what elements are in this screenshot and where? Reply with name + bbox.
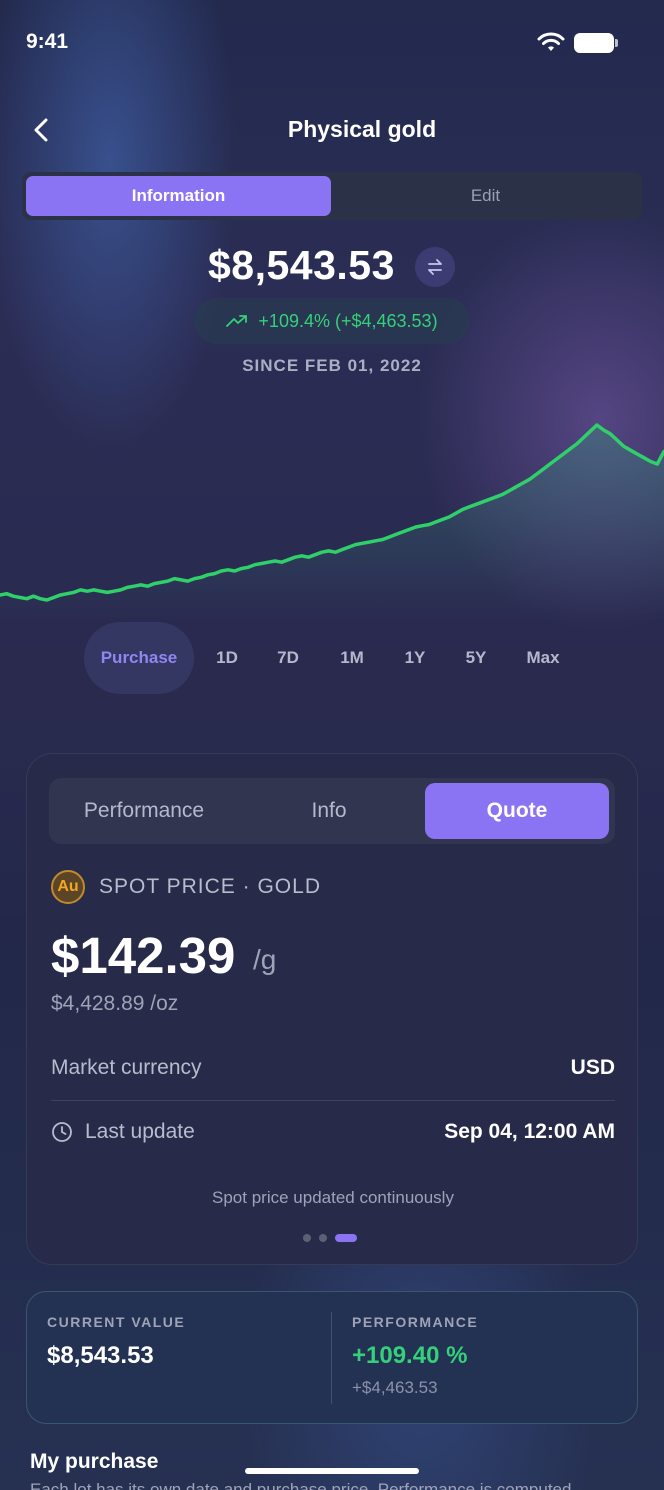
page-dot-active[interactable] [335,1234,357,1242]
tab-edit[interactable]: Edit [333,176,638,216]
last-update-row: Last update Sep 04, 12:00 AM [51,1120,615,1144]
performance-absolute: +$4,463.53 [352,1378,438,1397]
nav-bar: Physical gold [0,108,664,154]
update-note: Spot price updated continuously [212,1188,454,1207]
current-value-label: CURRENT VALUE [47,1314,186,1330]
info-edit-segmented-control: Information Edit [22,172,642,220]
tab-information[interactable]: Information [26,176,331,216]
page-dot[interactable] [303,1234,311,1242]
last-update-label: Last update [85,1120,195,1143]
price-summary: $8,543.53 [0,240,664,296]
range-1y[interactable]: 1Y [388,622,442,694]
quote-card: Performance Info Quote Au SPOT PRICE · G… [26,753,638,1265]
battery-icon [574,33,618,53]
home-indicator[interactable] [245,1468,419,1474]
card-tabs: Performance Info Quote [49,778,615,844]
range-1m[interactable]: 1M [316,622,388,694]
swap-arrows-icon [428,259,442,275]
gold-au-icon: Au [51,870,85,904]
price-chart[interactable] [0,420,664,620]
tab-quote[interactable]: Quote [425,783,609,839]
currency-swap-button[interactable] [415,247,455,287]
wifi-icon [537,32,565,51]
spot-unit: /g [253,944,277,975]
spot-price: $142.39 [51,927,236,984]
clock-icon [52,1122,72,1142]
page-dot[interactable] [319,1234,327,1242]
tab-info[interactable]: Info [239,783,419,839]
spot-label: SPOT PRICE · GOLD [99,875,321,898]
range-7d[interactable]: 7D [260,622,316,694]
current-value: $8,543.53 [47,1342,154,1369]
tab-performance[interactable]: Performance [49,783,239,839]
range-1d[interactable]: 1D [194,622,260,694]
change-badge: +109.4% (+$4,463.53) [194,298,470,344]
change-text: +109.4% (+$4,463.53) [258,310,438,331]
time-range-selector: Purchase 1D 7D 1M 1Y 5Y Max [84,622,576,694]
section-title-my-purchase: My purchase [30,1450,159,1473]
status-time: 9:41 [26,30,69,53]
value-summary-card: CURRENT VALUE $8,543.53 PERFORMANCE +109… [26,1291,638,1424]
market-currency-label: Market currency [51,1056,202,1079]
market-currency-row: Market currency USD [51,1056,615,1080]
vertical-divider [331,1312,332,1404]
range-max[interactable]: Max [510,622,576,694]
page-indicator[interactable] [303,1234,357,1242]
spot-header: Au SPOT PRICE · GOLD [51,870,321,904]
range-purchase[interactable]: Purchase [84,622,194,694]
since-date: SINCE FEB 01, 2022 [242,356,422,375]
my-purchase-description: Each lot has its own date and purchase p… [30,1480,572,1490]
total-value: $8,543.53 [208,242,395,288]
page-title: Physical gold [287,116,437,142]
market-currency-value: USD [570,1056,615,1079]
performance-percent: +109.40 % [352,1342,468,1369]
status-bar: 9:41 [0,0,664,86]
divider [51,1100,615,1101]
range-5y[interactable]: 5Y [442,622,510,694]
trend-up-icon [226,315,248,327]
last-update-value: Sep 04, 12:00 AM [444,1120,615,1143]
performance-label: PERFORMANCE [352,1314,479,1330]
spot-price-oz: $4,428.89 /oz [51,992,179,1015]
